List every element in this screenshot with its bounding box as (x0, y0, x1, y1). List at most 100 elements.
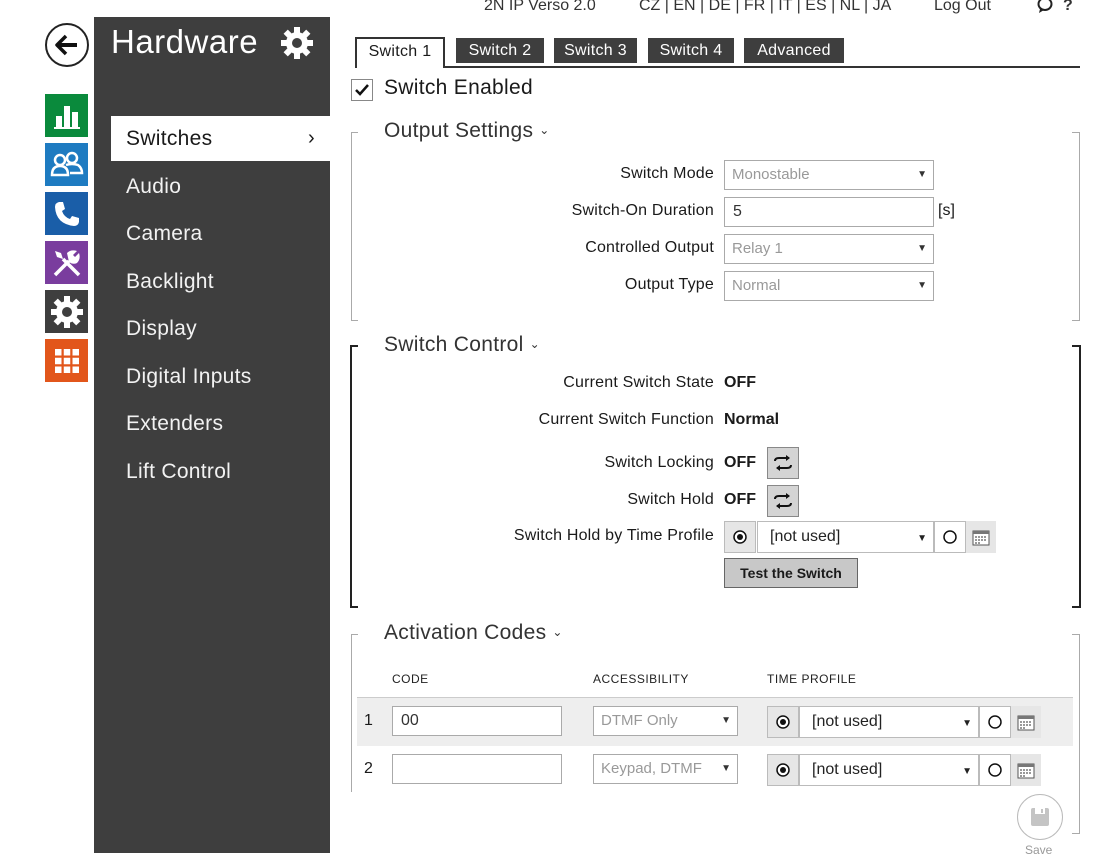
chevron-down-icon: ▼ (917, 169, 927, 180)
switch-hold-toggle-button[interactable] (767, 485, 799, 517)
product-name: 2N IP Verso 2.0 (484, 0, 596, 14)
radio-unselected-icon (988, 715, 1002, 729)
checkmark-icon (355, 84, 369, 96)
profile-radio-selected[interactable] (767, 706, 799, 738)
sidebar-item-label: Lift Control (126, 460, 232, 483)
hold-profile-picker: [not used] ▼ (724, 521, 997, 553)
sidebar-item-label: Digital Inputs (126, 365, 252, 388)
chevron-down-icon: ▼ (917, 280, 927, 291)
calendar-icon (972, 530, 990, 546)
switch-function-value: Normal (724, 411, 780, 428)
radio-unselected-icon (988, 763, 1002, 777)
calendar-button[interactable] (1011, 706, 1041, 738)
sidebar-item-label: Switches (126, 127, 213, 150)
test-switch-button[interactable]: Test the Switch (724, 558, 858, 588)
services-tools-icon (53, 249, 80, 276)
profile-radio-selected[interactable] (767, 754, 799, 786)
tab-switch-4[interactable]: Switch 4 (648, 38, 734, 63)
services-nav[interactable] (45, 241, 88, 284)
chevron-down-icon: ▼ (962, 766, 972, 777)
calendar-icon (1017, 715, 1035, 731)
back-button[interactable] (45, 23, 89, 67)
sidebar-item-camera[interactable]: Camera (111, 211, 330, 256)
logout-link[interactable]: Log Out (934, 0, 991, 15)
switch-enabled-checkbox[interactable] (351, 79, 373, 101)
switch-state-value: OFF (724, 374, 756, 391)
chevron-down-icon: ⌄ (529, 337, 540, 351)
tabs-underline (355, 66, 1080, 68)
row-number: 2 (364, 760, 373, 777)
profile-radio-unselected[interactable] (979, 706, 1011, 738)
chevron-right-icon: › (308, 127, 315, 149)
calendar-button[interactable] (1011, 754, 1041, 786)
sidebar-item-lift-control[interactable]: Lift Control (111, 449, 330, 494)
phone-nav[interactable] (45, 192, 88, 235)
toggle-arrows-icon (774, 493, 792, 509)
activation-codes-title[interactable]: Activation Codes ⌄ (384, 621, 563, 645)
code-input[interactable] (392, 754, 562, 784)
side-menu: Hardware Switches › Audio Camera Backlig… (94, 17, 330, 853)
tab-switch-2[interactable]: Switch 2 (456, 38, 544, 63)
switch-function-label: Current Switch Function (538, 411, 714, 428)
sidebar-item-switches[interactable]: Switches › (111, 116, 330, 161)
gear-icon (280, 26, 314, 65)
hardware-nav[interactable] (45, 290, 88, 333)
toggle-arrows-icon (774, 455, 792, 471)
switch-state-label: Current Switch State (563, 374, 714, 391)
sidebar-item-backlight[interactable]: Backlight (111, 259, 330, 304)
sidebar-item-display[interactable]: Display (111, 306, 330, 351)
profile-radio-selected[interactable] (724, 521, 756, 553)
duration-input[interactable]: 5 (724, 197, 934, 227)
help-link[interactable]: ? (1063, 0, 1073, 15)
sidebar-item-extenders[interactable]: Extenders (111, 401, 330, 446)
output-type-select[interactable]: Normal ▼ (724, 271, 934, 301)
profile-radio-unselected[interactable] (934, 521, 966, 553)
back-arrow-icon (55, 34, 77, 56)
directory-users-icon (50, 151, 83, 176)
tab-advanced[interactable]: Advanced (744, 38, 844, 63)
output-settings-title[interactable]: Output Settings ⌄ (384, 119, 550, 143)
sidebar-item-label: Display (126, 317, 197, 340)
switch-locking-value: OFF (724, 454, 756, 471)
hardware-gear-icon (50, 295, 83, 328)
output-type-label: Output Type (624, 276, 714, 293)
switch-control-title[interactable]: Switch Control ⌄ (384, 333, 540, 357)
switch-enabled-label: Switch Enabled (384, 76, 533, 99)
time-profile-picker: [not used] ▼ (767, 754, 1042, 786)
sidebar-item-audio[interactable]: Audio (111, 164, 330, 209)
row-number: 1 (364, 712, 373, 729)
switch-locking-toggle-button[interactable] (767, 447, 799, 479)
time-profile-select[interactable]: [not used] ▼ (799, 754, 979, 786)
status-chart-icon (53, 105, 80, 129)
switch-mode-select[interactable]: Monostable ▼ (724, 160, 934, 190)
profile-radio-unselected[interactable] (979, 754, 1011, 786)
time-profile-picker: [not used] ▼ (767, 706, 1042, 738)
tab-switch-1[interactable]: Switch 1 (355, 37, 445, 68)
sidebar-item-label: Camera (126, 222, 203, 245)
column-header-code: CODE (392, 672, 429, 686)
accessibility-select[interactable]: DTMF Only ▼ (593, 706, 738, 736)
chat-icon[interactable] (1037, 0, 1053, 19)
switch-hold-value: OFF (724, 491, 756, 508)
switch-hold-label: Switch Hold (627, 491, 714, 508)
sidebar-item-digital-inputs[interactable]: Digital Inputs (111, 354, 330, 399)
hold-profile-label: Switch Hold by Time Profile (513, 527, 714, 544)
accessibility-select[interactable]: Keypad, DTMF ▼ (593, 754, 738, 784)
save-button[interactable] (1017, 794, 1063, 840)
directory-nav[interactable] (45, 143, 88, 186)
chevron-down-icon: ▼ (721, 763, 731, 774)
controlled-output-select[interactable]: Relay 1 ▼ (724, 234, 934, 264)
code-input[interactable]: 00 (392, 706, 562, 736)
sidebar-item-label: Backlight (126, 270, 214, 293)
system-grid-icon (54, 348, 79, 373)
hold-profile-select[interactable]: [not used] ▼ (757, 521, 934, 553)
time-profile-select[interactable]: [not used] ▼ (799, 706, 979, 738)
radio-selected-icon (776, 715, 790, 729)
calendar-button[interactable] (966, 521, 996, 553)
tab-switch-3[interactable]: Switch 3 (554, 38, 637, 63)
language-selector[interactable]: CZ | EN | DE | FR | IT | ES | NL | JA (639, 0, 891, 15)
sidebar-item-label: Audio (126, 175, 182, 198)
status-nav[interactable] (45, 94, 88, 137)
floppy-disk-icon (1031, 808, 1049, 826)
system-nav[interactable] (45, 339, 88, 382)
